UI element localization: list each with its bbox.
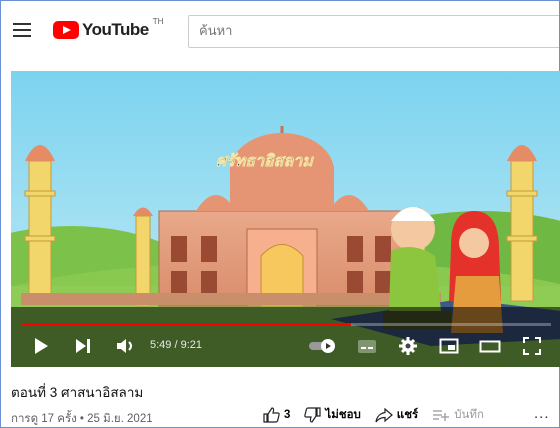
more-icon[interactable]: ... (534, 405, 550, 422)
dislike-icon (304, 407, 322, 423)
duration: 9:21 (180, 339, 203, 351)
play-icon[interactable] (33, 337, 49, 355)
time-display: 5:49 / 9:21 (150, 339, 202, 351)
subtitles-icon[interactable] (357, 337, 377, 355)
youtube-logo[interactable]: YouTube TH (53, 16, 164, 42)
top-bar: YouTube TH (1, 1, 559, 63)
autoplay-toggle-icon[interactable] (308, 337, 336, 355)
volume-icon[interactable] (116, 337, 136, 355)
current-time: 5:49 (150, 339, 172, 351)
video-meta: การดู 17 ครั้ง • 25 มิ.ย. 2021 (11, 413, 153, 425)
fullscreen-icon[interactable] (523, 337, 541, 355)
menu-icon[interactable] (13, 23, 31, 37)
theater-icon[interactable] (479, 337, 501, 355)
dislike-button[interactable]: ไม่ชอบ (304, 406, 361, 424)
share-label: แชร์ (396, 409, 419, 421)
video-title: ตอนที่ 3 ศาสนาอิสลาม (11, 385, 144, 400)
video-player[interactable]: ศรัทธาอิสลาม 5:49 / 9:21 (11, 71, 560, 367)
next-icon[interactable] (75, 337, 91, 355)
like-count: 3 (284, 409, 291, 421)
dislike-label: ไม่ชอบ (325, 409, 361, 421)
video-actions: 3 ไม่ชอบ แชร์ บันทึก (263, 405, 498, 425)
video-overlay-title: ศรัทธาอิสลาม (216, 151, 314, 170)
time-separator: / (171, 339, 181, 351)
player-controls: 5:49 / 9:21 (11, 329, 560, 367)
share-button[interactable]: แชร์ (375, 406, 418, 424)
settings-icon[interactable] (399, 337, 417, 355)
miniplayer-icon[interactable] (439, 337, 459, 355)
youtube-logo-icon (53, 21, 79, 39)
save-label: บันทึก (454, 409, 484, 421)
logo-region: TH (152, 16, 164, 26)
save-icon (433, 410, 450, 421)
save-button[interactable]: บันทึก (432, 406, 484, 424)
progress-bar[interactable] (21, 323, 551, 326)
logo-text: YouTube (82, 20, 149, 39)
progress-fill (21, 323, 351, 326)
like-icon (263, 407, 280, 423)
search-input[interactable] (189, 16, 549, 45)
search-box[interactable] (188, 15, 559, 48)
like-button[interactable]: 3 (263, 407, 290, 423)
share-icon (375, 407, 393, 423)
